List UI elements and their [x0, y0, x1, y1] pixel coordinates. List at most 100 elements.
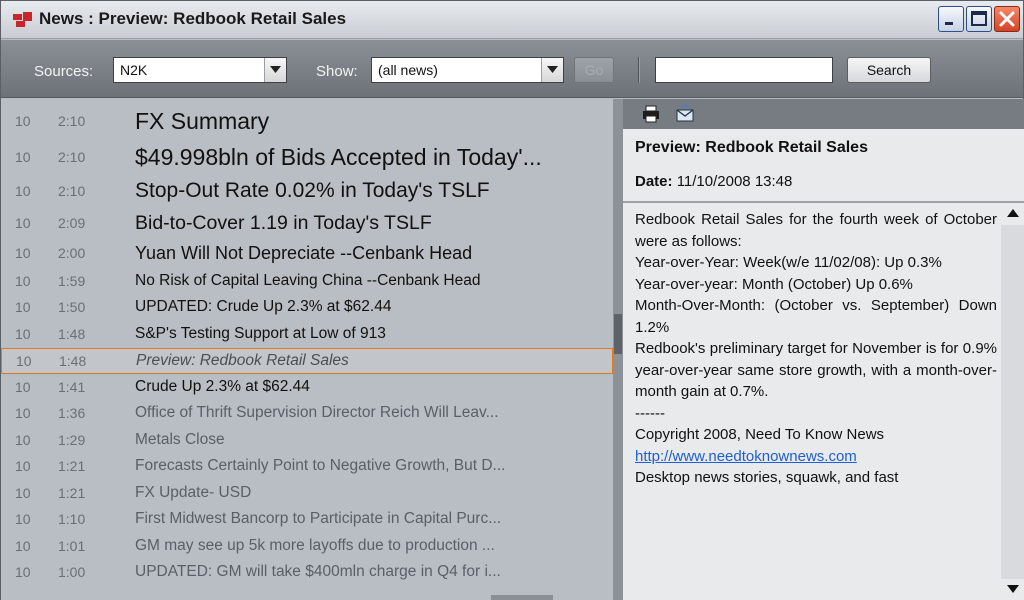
news-headline[interactable]: No Risk of Capital Leaving China --Cenba… — [135, 272, 481, 290]
news-headline[interactable]: Crude Up 2.3% at $62.44 — [135, 378, 310, 396]
news-headline[interactable]: $49.998bln of Bids Accepted in Today'... — [135, 144, 542, 171]
news-row[interactable]: 10 1:59 No Risk of Capital Leaving China -… — [1, 268, 613, 295]
search-input[interactable] — [655, 57, 833, 83]
news-time: 1:48 — [58, 325, 86, 342]
preview-link[interactable]: http://www.needtoknownews.com — [635, 448, 857, 465]
preview-body: Redbook Retail Sales for the fourth week… — [635, 209, 997, 599]
preview-toolbar — [623, 99, 1024, 129]
news-row[interactable]: 10 2:10 FX Summary — [1, 103, 613, 139]
news-day: 10 — [15, 148, 31, 165]
preview-pane: Preview: Redbook Retail Sales Date: 11/1… — [623, 99, 1024, 600]
news-time: 2:10 — [58, 112, 86, 129]
news-time: 1:29 — [58, 431, 86, 448]
news-headline[interactable]: FX Update- USD — [135, 484, 251, 502]
app-logo-icon — [13, 12, 32, 27]
chevron-down-icon — [270, 66, 281, 73]
news-row[interactable]: 10 2:10 $49.998bln of Bids Accepted in Tod… — [1, 139, 613, 175]
news-time: 1:41 — [58, 378, 86, 395]
news-day: 10 — [15, 245, 31, 261]
arrow-down-icon — [1007, 585, 1019, 593]
news-row[interactable]: 10 1:29 Metals Close — [1, 427, 613, 454]
preview-divider — [623, 201, 1024, 203]
sources-label: Sources: — [34, 63, 94, 80]
news-day: 10 — [15, 537, 31, 554]
news-headline[interactable]: Forecasts Certainly Point to Negative Gr… — [135, 457, 505, 475]
close-button[interactable] — [994, 6, 1020, 32]
news-headline[interactable]: Metals Close — [135, 431, 225, 449]
preview-paragraph: Copyright 2008, Need To Know News — [635, 426, 885, 443]
news-day: 10 — [15, 484, 31, 501]
sources-select[interactable]: N2K — [113, 57, 287, 83]
news-headline[interactable]: S&P's Testing Support at Low of 913 — [135, 325, 386, 343]
preview-date-value: 11/10/2008 13:48 — [676, 173, 793, 190]
news-row[interactable]: 10 1:36 Office of Thrift Supervision Direc… — [1, 401, 613, 428]
news-row[interactable]: 10 2:09 Bid-to-Cover 1.19 in Today's TSLF — [1, 208, 613, 239]
print-icon[interactable] — [641, 104, 661, 124]
news-headline[interactable]: Office of Thrift Supervision Director Re… — [135, 404, 499, 422]
minimize-icon — [945, 22, 953, 25]
preview-paragraph: Redbook Retail Sales for the fourth week… — [635, 211, 997, 250]
title-bar[interactable]: News : Preview: Redbook Retail Sales — [1, 1, 1023, 39]
pane-splitter[interactable] — [613, 99, 623, 600]
news-day: 10 — [15, 378, 31, 395]
news-headline[interactable]: Preview: Redbook Retail Sales — [136, 352, 349, 370]
news-day: 10 — [15, 511, 31, 528]
news-time: 2:00 — [58, 245, 86, 261]
close-icon — [999, 11, 1015, 27]
news-time: 1:36 — [58, 405, 86, 422]
arrow-up-icon — [1007, 209, 1019, 217]
news-row[interactable]: 10 1:48 S&P's Testing Support at Low of 91… — [1, 321, 613, 348]
news-row[interactable]: 10 1:50 UPDATED: Crude Up 2.3% at $62.44 — [1, 295, 613, 322]
preview-paragraph: Redbook's preliminary target for Novembe… — [635, 340, 997, 400]
chevron-down-icon — [547, 66, 558, 73]
news-row[interactable]: 10 1:01 GM may see up 5k more layoffs due … — [1, 533, 613, 560]
sources-value: N2K — [120, 62, 148, 78]
preview-date-label: Date: — [635, 173, 673, 190]
email-icon[interactable] — [675, 104, 695, 124]
show-dropdown-arrow[interactable] — [541, 58, 563, 82]
news-headline[interactable]: GM may see up 5k more layoffs due to pro… — [135, 537, 495, 555]
news-row[interactable]: 10 1:10 First Midwest Bancorp to Participa… — [1, 507, 613, 534]
preview-paragraph: Year-over-Year: Week(w/e 11/02/08): Up 0… — [635, 254, 942, 271]
news-time: 1:00 — [58, 564, 86, 581]
news-row[interactable]: 10 2:10 Stop-Out Rate 0.02% in Today's TSL… — [1, 175, 613, 208]
news-row[interactable]: 10 2:00 Yuan Will Not Depreciate --Cenbank… — [1, 239, 613, 268]
news-day: 10 — [15, 405, 31, 422]
news-headline[interactable]: UPDATED: GM will take $400mln charge in … — [135, 563, 501, 581]
news-row[interactable]: 10 1:41 Crude Up 2.3% at $62.44 — [1, 374, 613, 401]
news-day: 10 — [15, 112, 31, 129]
news-row-selected[interactable]: 10 1:48 Preview: Redbook Retail Sales — [1, 347, 613, 374]
news-list[interactable]: 10 2:10 FX Summary 10 2:10 $49.998bln of Bids… — [1, 99, 613, 600]
news-row[interactable]: 10 1:21 Forecasts Certainly Point to Negat… — [1, 454, 613, 481]
search-button[interactable]: Search — [847, 57, 931, 83]
show-label: Show: — [316, 63, 358, 80]
news-headline[interactable]: Stop-Out Rate 0.02% in Today's TSLF — [135, 179, 490, 203]
scroll-down-button[interactable] — [1001, 579, 1024, 600]
sources-dropdown-arrow[interactable] — [264, 58, 286, 82]
news-time: 2:10 — [58, 183, 86, 199]
news-headline[interactable]: Bid-to-Cover 1.19 in Today's TSLF — [135, 212, 432, 235]
news-day: 10 — [15, 215, 31, 231]
scroll-up-button[interactable] — [1001, 203, 1024, 225]
news-time: 1:50 — [58, 299, 86, 316]
news-time: 1:21 — [58, 484, 86, 501]
preview-paragraph: Desktop news stories, squawk, and fast — [635, 469, 899, 486]
splitter-grip[interactable] — [614, 314, 622, 354]
news-headline[interactable]: FX Summary — [135, 108, 269, 135]
maximize-button[interactable] — [966, 6, 992, 32]
minimize-button[interactable] — [938, 6, 964, 32]
news-row[interactable]: 10 1:00 UPDATED: GM will take $400mln char… — [1, 560, 613, 587]
news-row[interactable]: 10 1:21 FX Update- USD — [1, 480, 613, 507]
news-headline[interactable]: First Midwest Bancorp to Participate in … — [135, 510, 501, 528]
news-day: 10 — [15, 458, 31, 475]
news-time: 1:10 — [58, 511, 86, 528]
show-select[interactable]: (all news) — [371, 57, 564, 83]
news-headline[interactable]: Yuan Will Not Depreciate --Cenbank Head — [135, 243, 472, 264]
news-day: 10 — [16, 353, 32, 370]
news-headline[interactable]: UPDATED: Crude Up 2.3% at $62.44 — [135, 298, 391, 316]
news-time: 2:09 — [58, 215, 86, 231]
go-button[interactable]: Go — [574, 57, 614, 83]
preview-date: Date: 11/10/2008 13:48 — [635, 173, 792, 190]
preview-scrollbar[interactable] — [1001, 203, 1024, 600]
bottom-resize-handle[interactable] — [491, 595, 553, 600]
